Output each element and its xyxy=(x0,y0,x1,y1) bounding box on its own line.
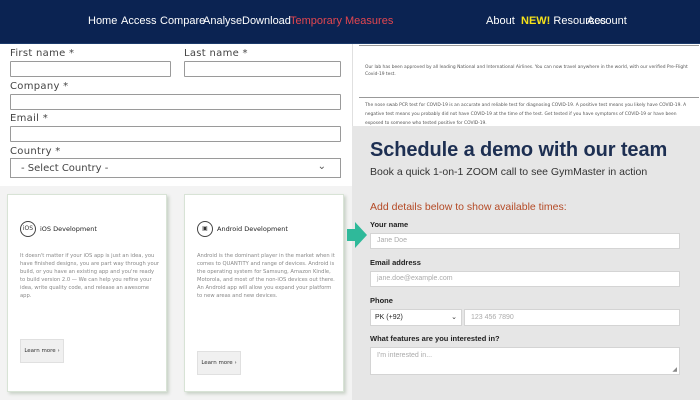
divider xyxy=(359,45,699,46)
covid-info: Our lab has been approved by all leading… xyxy=(352,44,700,126)
phone-label: Phone xyxy=(370,296,393,305)
email-address-field[interactable]: jane.doe@example.com xyxy=(370,271,680,287)
country-label: Country * xyxy=(10,146,61,157)
nav-analyse-link[interactable]: Analyse xyxy=(203,15,242,27)
covid-info-paragraph-2: The nose swab PCR test for COVID-19 is a… xyxy=(365,103,687,126)
resize-grip-icon[interactable]: ◢ xyxy=(672,366,677,373)
ios-card-title: iOS Development xyxy=(40,225,97,233)
nav-account-link[interactable]: Account xyxy=(587,15,627,27)
company-field[interactable] xyxy=(10,94,341,110)
email-address-label: Email address xyxy=(370,258,421,267)
email-label: Email * xyxy=(10,113,49,124)
ios-learn-more-button[interactable]: Learn more › xyxy=(20,339,64,363)
android-icon: ▣ xyxy=(197,221,213,237)
add-details-heading: Add details below to show available time… xyxy=(370,201,567,213)
new-badge: NEW! xyxy=(521,15,551,27)
nav-home-link[interactable]: Home xyxy=(88,15,117,27)
country-select[interactable]: - Select Country - ⌄ xyxy=(10,158,341,178)
arrow-right-icon xyxy=(347,222,367,248)
phone-field[interactable]: 123 456 7890 xyxy=(464,309,680,326)
nav-access-link[interactable]: Access xyxy=(121,15,156,27)
covid-info-paragraph-1: Our lab has been approved by all leading… xyxy=(365,65,688,77)
last-name-label: Last name * xyxy=(184,48,248,59)
features-placeholder: I'm interested in... xyxy=(377,352,433,359)
contact-form: First name * Last name * Company * Email… xyxy=(0,44,352,186)
name-label: Your name xyxy=(370,220,409,229)
nav-about-link[interactable]: About xyxy=(486,15,515,27)
ios-card: iOS iOS Development It doesn't matter if… xyxy=(7,194,167,392)
country-selected-value: - Select Country - xyxy=(21,163,109,174)
phone-country-select[interactable]: PK (+92) ⌄ xyxy=(370,309,462,326)
first-name-label: First name * xyxy=(10,48,75,59)
android-card-title: Android Development xyxy=(217,225,288,233)
ios-icon: iOS xyxy=(20,221,36,237)
company-label: Company * xyxy=(10,81,69,92)
demo-panel: Schedule a demo with our team Book a qui… xyxy=(352,126,700,400)
features-label: What features are you interested in? xyxy=(370,334,500,343)
ios-card-description: It doesn't matter if your iOS app is jus… xyxy=(20,253,160,299)
android-card-description: Android is the dominant player in the ma… xyxy=(197,253,335,299)
email-field[interactable] xyxy=(10,126,341,142)
features-textarea[interactable]: I'm interested in... ◢ xyxy=(370,347,680,375)
last-name-field[interactable] xyxy=(184,61,341,77)
screen: Home Access Compare Analyse Download Tem… xyxy=(0,0,700,400)
android-learn-more-button[interactable]: Learn more › xyxy=(197,351,241,375)
chevron-down-icon: ⌄ xyxy=(317,161,326,172)
name-field[interactable]: Jane Doe xyxy=(370,233,680,249)
phone-country-value: PK (+92) xyxy=(375,314,403,321)
chevron-down-icon: ⌄ xyxy=(451,314,457,321)
first-name-field[interactable] xyxy=(10,61,171,77)
nav-temporary-measures-link[interactable]: Temporary Measures xyxy=(290,15,393,27)
android-card: ▣ Android Development Android is the dom… xyxy=(184,194,344,392)
divider xyxy=(359,97,699,98)
nav-compare-link[interactable]: Compare xyxy=(160,15,205,27)
demo-subtitle: Book a quick 1-on-1 ZOOM call to see Gym… xyxy=(370,166,648,178)
top-nav: Home Access Compare Analyse Download Tem… xyxy=(0,0,700,44)
services-cards: iOS iOS Development It doesn't matter if… xyxy=(0,186,352,400)
nav-download-link[interactable]: Download xyxy=(242,15,291,27)
demo-title: Schedule a demo with our team xyxy=(370,139,668,161)
